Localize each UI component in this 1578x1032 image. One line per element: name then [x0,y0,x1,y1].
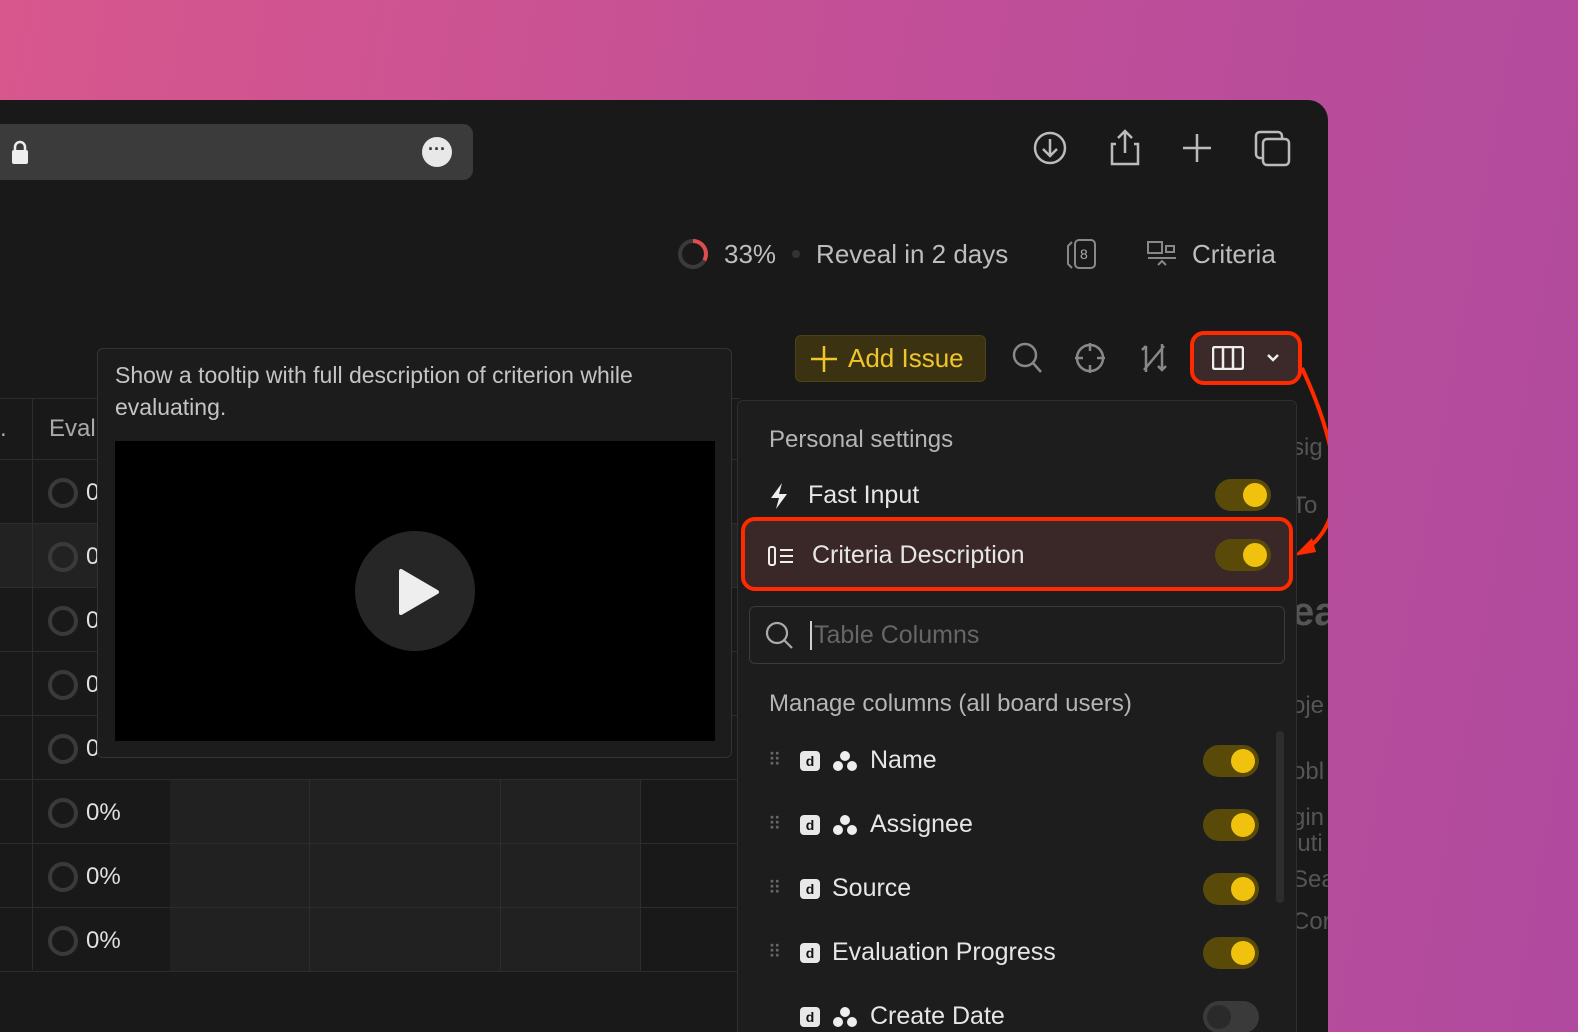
fast-input-item[interactable]: Fast Input [768,481,919,510]
column-toggle[interactable] [1203,745,1259,777]
share-icon[interactable] [1108,128,1142,168]
field-type-icon: d [800,815,820,835]
field-type-icon: d [800,751,820,771]
evaluation-progress-cell: 0% [48,862,121,892]
evaluation-progress-cell: 0% [48,798,121,828]
field-type-icon: d [800,943,820,963]
evaluation-progress-cell: 0 [48,670,99,700]
more-icon[interactable]: ··· [422,137,452,167]
lock-icon [10,140,30,166]
column-item[interactable]: dCreate Date [768,1002,1005,1031]
column-settings-menu: Personal settings Fast Input Criteria De… [737,400,1297,1032]
progress-ring-icon [48,606,78,636]
column-item[interactable]: ⠿dName [768,746,937,775]
progress-ring-icon [48,478,78,508]
column-toggle[interactable] [1203,937,1259,969]
drag-handle-icon[interactable]: ⠿ [768,814,788,835]
drag-handle-icon[interactable]: ⠿ [768,878,788,899]
criteria-description-tooltip: Show a tooltip with full description of … [97,348,732,758]
criteria-description-toggle[interactable] [1215,539,1271,571]
search-placeholder[interactable]: Table Columns [810,621,979,650]
column-item[interactable]: ⠿dAssignee [768,810,973,839]
description-icon [768,545,794,567]
column-header-eval[interactable]: Eval [49,415,96,443]
drag-handle-icon[interactable]: ⠿ [768,942,788,963]
group-icon [832,1006,858,1028]
progress-ring-icon [676,237,710,271]
criteria-button[interactable]: Criteria [1146,234,1276,274]
field-type-icon: d [800,1007,820,1027]
chevron-down-icon [1266,353,1280,363]
group-icon [832,814,858,836]
column-toggle[interactable] [1203,873,1259,905]
reveal-text: Reveal in 2 days [816,239,1008,270]
column-divider [32,398,33,970]
table-row[interactable]: 0% [0,844,740,908]
progress-indicator: 33% Reveal in 2 days [676,234,1008,274]
column-item[interactable]: ⠿dSource [768,874,911,903]
scrollbar[interactable] [1276,731,1284,903]
criteria-description-label: Criteria Description [812,541,1025,570]
column-toggle[interactable] [1203,809,1259,841]
download-icon[interactable] [1032,130,1068,166]
progress-ring-icon [48,670,78,700]
progress-percent: 33% [724,239,776,270]
group-icon [832,750,858,772]
play-button[interactable] [355,531,475,651]
add-issue-button[interactable]: Add Issue [795,335,986,382]
sort-icon[interactable] [1140,342,1168,374]
address-bar[interactable]: ··· [0,124,473,180]
separator-dot [792,250,800,258]
manage-columns-title: Manage columns (all board users) [769,690,1132,718]
lightning-icon [768,482,790,510]
background-text-fragment: Cor [1292,908,1328,936]
column-item[interactable]: ⠿dEvaluation Progress [768,938,1056,967]
progress-ring-icon [48,926,78,956]
drag-handle-icon[interactable]: ⠿ [768,750,788,771]
evaluation-progress-cell: 0 [48,606,99,636]
search-icon[interactable] [1012,342,1044,376]
add-issue-label: Add Issue [848,343,964,374]
field-type-icon: d [800,879,820,899]
background-text-fragment: Sea [1292,866,1328,894]
evaluation-progress-cell: 0% [48,926,121,956]
tabs-overview-icon[interactable] [1254,130,1292,168]
column-header-prefix: . [0,415,7,443]
cards-count: 8 [1080,246,1088,262]
fast-input-label: Fast Input [808,481,919,510]
background-text-fragment: ea [1292,590,1328,635]
progress-ring-icon [48,542,78,572]
criteria-label: Criteria [1192,239,1276,270]
evaluation-progress-cell: 0 [48,734,99,764]
table-row[interactable]: 0% [0,908,740,972]
personal-settings-title: Personal settings [769,426,953,454]
table-row[interactable]: 0% [0,780,740,844]
tooltip-text: Show a tooltip with full description of … [115,359,715,423]
criteria-description-item[interactable]: Criteria Description [768,541,1025,570]
progress-ring-icon [48,798,78,828]
criteria-icon [1146,239,1178,269]
video-player[interactable] [115,441,715,741]
target-icon[interactable] [1074,342,1106,374]
evaluation-progress-cell: 0 [48,542,99,572]
column-toggle[interactable] [1203,1001,1259,1032]
browser-window: ··· 33% Reveal in 2 days 8 Criteria Add … [0,100,1328,1032]
plus-icon [810,345,838,373]
play-icon [355,531,475,651]
table-columns-search[interactable]: Table Columns [749,606,1285,664]
evaluation-progress-cell: 0 [48,478,99,508]
progress-ring-icon [48,862,78,892]
search-icon [765,621,795,651]
new-tab-icon[interactable] [1180,130,1214,166]
columns-icon [1212,346,1244,370]
fast-input-toggle[interactable] [1215,479,1271,511]
progress-ring-icon [48,734,78,764]
cards-badge[interactable]: 8 [1064,234,1098,274]
